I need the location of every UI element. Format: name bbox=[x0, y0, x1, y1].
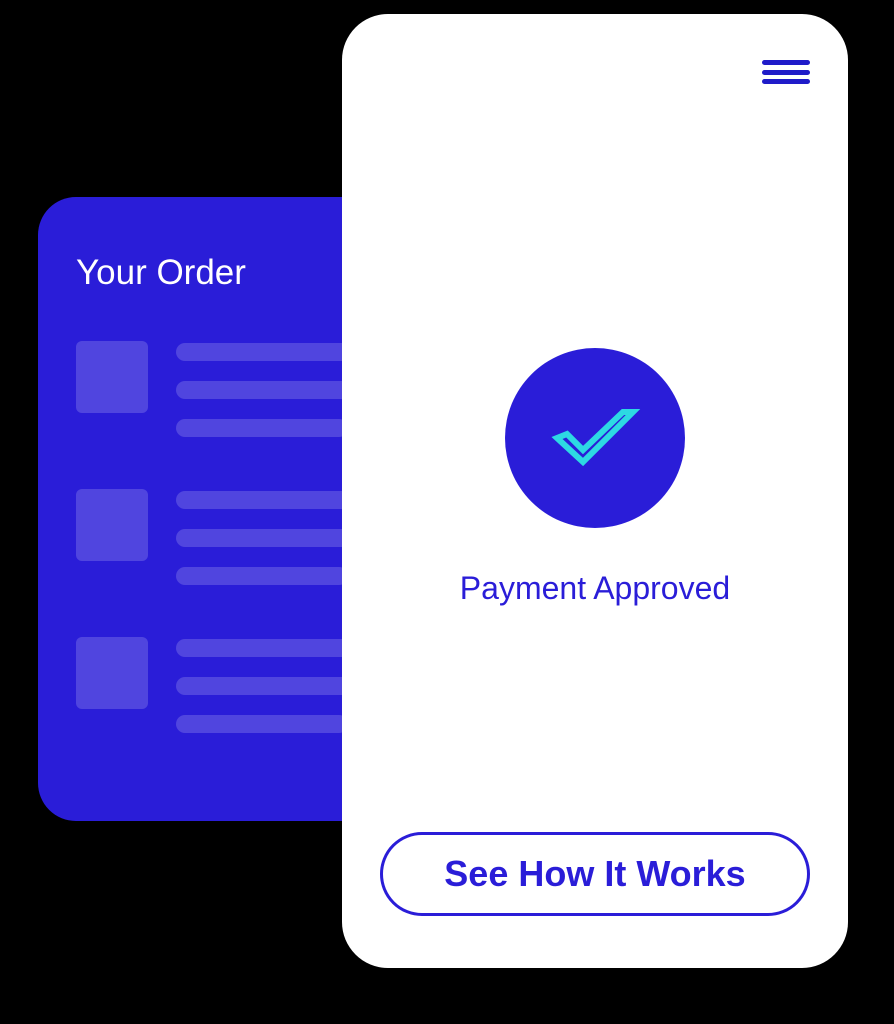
menu-bar bbox=[762, 79, 810, 84]
see-how-it-works-button[interactable]: See How It Works bbox=[380, 832, 810, 916]
menu-bar bbox=[762, 70, 810, 75]
checkmark-icon bbox=[505, 348, 685, 528]
cta-label: See How It Works bbox=[444, 853, 745, 895]
placeholder-line bbox=[176, 715, 348, 733]
payment-status-text: Payment Approved bbox=[460, 570, 730, 607]
order-thumbnail bbox=[76, 637, 148, 709]
placeholder-line bbox=[176, 567, 348, 585]
order-thumbnail bbox=[76, 341, 148, 413]
menu-bar bbox=[762, 60, 810, 65]
hamburger-menu-icon[interactable] bbox=[762, 56, 810, 88]
payment-card: Payment Approved See How It Works bbox=[342, 14, 848, 968]
order-thumbnail bbox=[76, 489, 148, 561]
placeholder-line bbox=[176, 419, 348, 437]
status-section: Payment Approved bbox=[460, 348, 730, 607]
